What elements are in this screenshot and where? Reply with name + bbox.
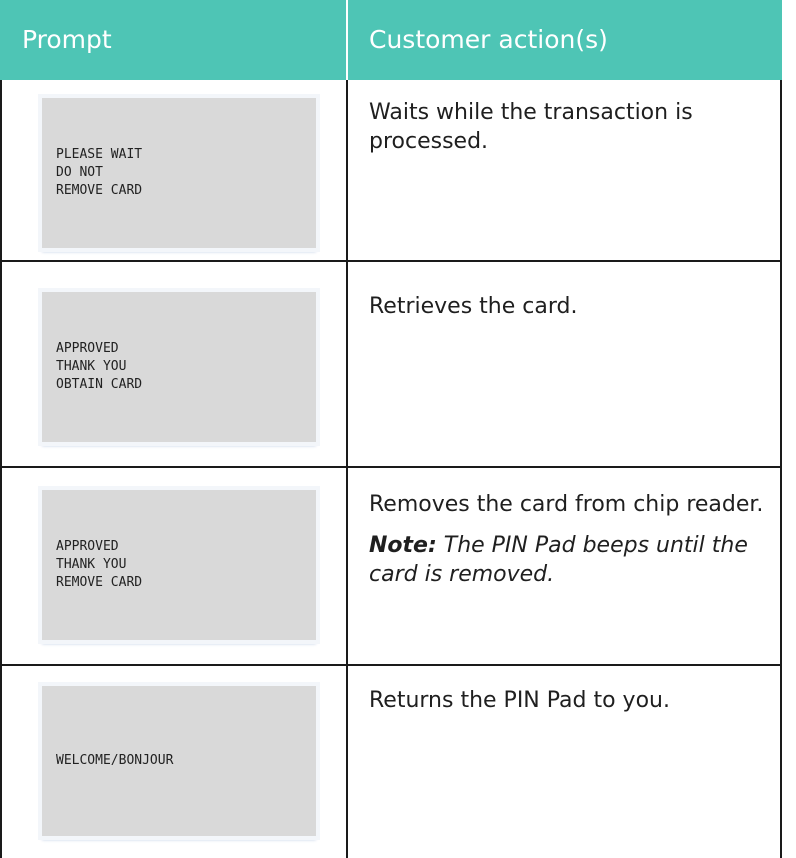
table-header: Prompt Customer action(s) — [0, 0, 782, 80]
pin-pad-screen: APPROVED THANK YOU OBTAIN CARD — [42, 292, 316, 442]
note: Note: The PIN Pad beeps until the card i… — [369, 531, 769, 589]
note-label: Note: — [369, 533, 437, 558]
prompt-table: Prompt Customer action(s) PLEASE WAIT DO… — [0, 0, 782, 858]
table-row: APPROVED THANK YOU OBTAIN CARD Retrieves… — [0, 262, 782, 466]
screen-message: PLEASE WAIT DO NOT REMOVE CARD — [56, 147, 143, 198]
customer-action: Retrieves the card. — [369, 294, 578, 319]
customer-action: Waits while the transaction is processed… — [369, 100, 693, 154]
screen-message: APPROVED THANK YOU REMOVE CARD — [56, 539, 143, 590]
table-row: PLEASE WAIT DO NOT REMOVE CARD Waits whi… — [0, 80, 782, 260]
customer-action: Removes the card from chip reader. Note:… — [369, 490, 769, 589]
pin-pad-screen: WELCOME/BONJOUR — [42, 686, 316, 836]
header-divider — [346, 0, 348, 80]
header-prompt: Prompt — [22, 25, 112, 54]
header-customer-action: Customer action(s) — [369, 25, 608, 54]
pin-pad-screen: APPROVED THANK YOU REMOVE CARD — [42, 490, 316, 640]
customer-action-text: Removes the card from chip reader. — [369, 492, 764, 517]
screen-message: APPROVED THANK YOU OBTAIN CARD — [56, 341, 143, 392]
table-row: APPROVED THANK YOU REMOVE CARD Removes t… — [0, 468, 782, 664]
table-row: WELCOME/BONJOUR Returns the PIN Pad to y… — [0, 666, 782, 858]
customer-action: Returns the PIN Pad to you. — [369, 688, 670, 713]
screen-message: WELCOME/BONJOUR — [56, 753, 174, 768]
pin-pad-screen: PLEASE WAIT DO NOT REMOVE CARD — [42, 98, 316, 248]
